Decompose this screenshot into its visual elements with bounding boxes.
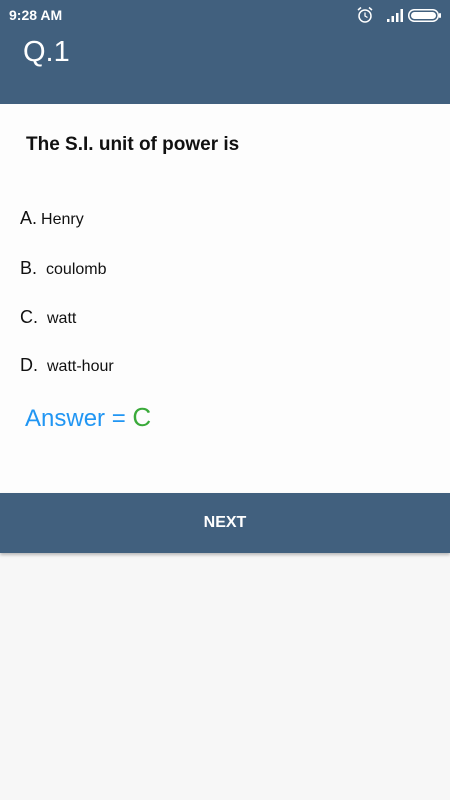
option-d[interactable]: D. watt-hour bbox=[20, 355, 114, 376]
alarm-icon bbox=[357, 6, 373, 23]
option-letter: B. bbox=[20, 258, 38, 278]
battery-icon bbox=[408, 9, 441, 22]
answer-display: Answer = C bbox=[25, 402, 151, 433]
option-letter: C. bbox=[20, 307, 38, 327]
page-title: Q.1 bbox=[23, 36, 70, 68]
answer-label: Answer = bbox=[25, 405, 133, 432]
signal-icon bbox=[387, 9, 403, 22]
option-b[interactable]: B. coulomb bbox=[20, 258, 107, 279]
option-letter: D. bbox=[20, 355, 38, 375]
option-text: Henry bbox=[41, 211, 84, 228]
option-a[interactable]: A. Henry bbox=[20, 208, 84, 229]
question-text: The S.I. unit of power is bbox=[26, 134, 240, 155]
option-text: coulomb bbox=[46, 261, 107, 278]
status-time: 9:28 AM bbox=[9, 7, 63, 23]
option-text: watt-hour bbox=[47, 358, 114, 375]
status-bar: 9:28 AM bbox=[0, 0, 450, 30]
answer-value: C bbox=[132, 402, 152, 432]
next-button[interactable]: NEXT bbox=[0, 493, 450, 553]
option-text: watt bbox=[47, 310, 77, 327]
option-letter: A. bbox=[20, 208, 38, 228]
app-bar: 9:28 AM Q.1 bbox=[0, 0, 450, 104]
option-c[interactable]: C. watt bbox=[20, 307, 76, 328]
question-card: The S.I. unit of power is A. Henry B. coul… bbox=[0, 104, 450, 493]
